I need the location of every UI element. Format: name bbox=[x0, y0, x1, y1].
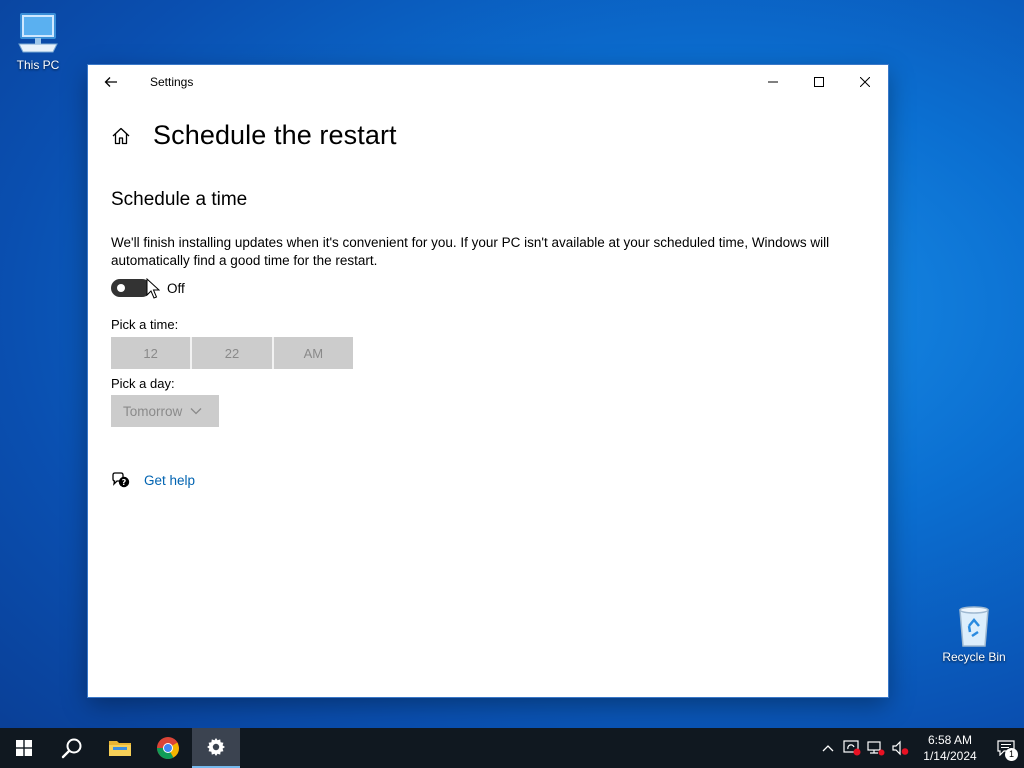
settings-window: Settings Schedule the restart Schedule a… bbox=[88, 65, 888, 697]
recycle-bin-icon bbox=[959, 606, 989, 647]
pick-day-label: Pick a day: bbox=[111, 376, 175, 391]
clock-time: 6:58 AM bbox=[927, 733, 973, 747]
show-hidden-icons-button[interactable] bbox=[816, 728, 840, 768]
desktop-icon-label: This PC bbox=[16, 58, 60, 72]
gear-icon bbox=[207, 738, 225, 756]
windows-logo-icon bbox=[16, 740, 32, 756]
volume-muted-icon bbox=[892, 740, 909, 756]
home-icon[interactable] bbox=[111, 126, 131, 146]
day-dropdown-value: Tomorrow bbox=[123, 403, 183, 419]
toggle-knob bbox=[117, 284, 125, 292]
desktop-icon-this-pc[interactable]: This PC bbox=[2, 10, 74, 72]
pick-time-label: Pick a time: bbox=[111, 317, 179, 332]
folder-icon bbox=[109, 741, 131, 756]
section-title: Schedule a time bbox=[111, 189, 248, 210]
network-tray-button[interactable] bbox=[864, 728, 888, 768]
computer-icon bbox=[18, 13, 58, 53]
close-icon bbox=[860, 76, 870, 87]
notification-count-badge: 1 bbox=[1005, 748, 1018, 761]
windows-update-tray-button[interactable] bbox=[840, 728, 864, 768]
help-chat-icon: ? bbox=[112, 472, 130, 488]
action-center-button[interactable]: 1 bbox=[988, 728, 1024, 768]
time-period[interactable]: AM bbox=[274, 337, 353, 369]
page-title: Schedule the restart bbox=[153, 120, 397, 150]
description-text: We'll finish installing updates when it'… bbox=[111, 235, 830, 268]
time-hour[interactable]: 12 bbox=[111, 337, 193, 369]
mouse-cursor-icon bbox=[146, 278, 160, 299]
chevron-up-icon bbox=[822, 745, 834, 752]
close-button[interactable] bbox=[842, 65, 888, 98]
network-icon bbox=[867, 741, 885, 756]
desktop-icon-label: Recycle Bin bbox=[942, 650, 1006, 664]
day-dropdown[interactable]: Tomorrow bbox=[111, 395, 219, 427]
back-button[interactable] bbox=[88, 65, 134, 98]
title-bar: Settings bbox=[88, 65, 888, 98]
file-explorer-button[interactable] bbox=[96, 728, 144, 768]
update-alert-icon bbox=[843, 740, 861, 756]
settings-taskbar-button[interactable] bbox=[192, 728, 240, 768]
search-icon bbox=[61, 738, 82, 759]
clock-date: 1/14/2024 bbox=[923, 749, 977, 763]
time-minute[interactable]: 22 bbox=[192, 337, 274, 369]
volume-tray-button[interactable] bbox=[888, 728, 912, 768]
get-help-link[interactable]: Get help bbox=[144, 473, 195, 488]
maximize-button[interactable] bbox=[796, 65, 842, 98]
chrome-button[interactable] bbox=[144, 728, 192, 768]
back-arrow-icon bbox=[104, 76, 117, 87]
schedule-toggle[interactable] bbox=[111, 279, 151, 297]
window-title: Settings bbox=[150, 74, 194, 89]
chevron-down-icon bbox=[190, 408, 202, 415]
svg-text:?: ? bbox=[122, 478, 127, 487]
maximize-icon bbox=[814, 76, 824, 87]
start-button[interactable] bbox=[0, 728, 48, 768]
chrome-icon bbox=[157, 737, 179, 759]
search-button[interactable] bbox=[48, 728, 96, 768]
clock[interactable]: 6:58 AM 1/14/2024 bbox=[912, 732, 988, 764]
toggle-state-label: Off bbox=[167, 280, 185, 296]
minimize-button[interactable] bbox=[750, 65, 796, 98]
system-tray: 6:58 AM 1/14/2024 1 bbox=[816, 728, 1024, 768]
minimize-icon bbox=[768, 81, 778, 82]
desktop-icon-recycle-bin[interactable]: Recycle Bin bbox=[938, 602, 1010, 664]
time-picker[interactable]: 12 22 AM bbox=[111, 337, 353, 369]
taskbar: 6:58 AM 1/14/2024 1 bbox=[0, 728, 1024, 768]
